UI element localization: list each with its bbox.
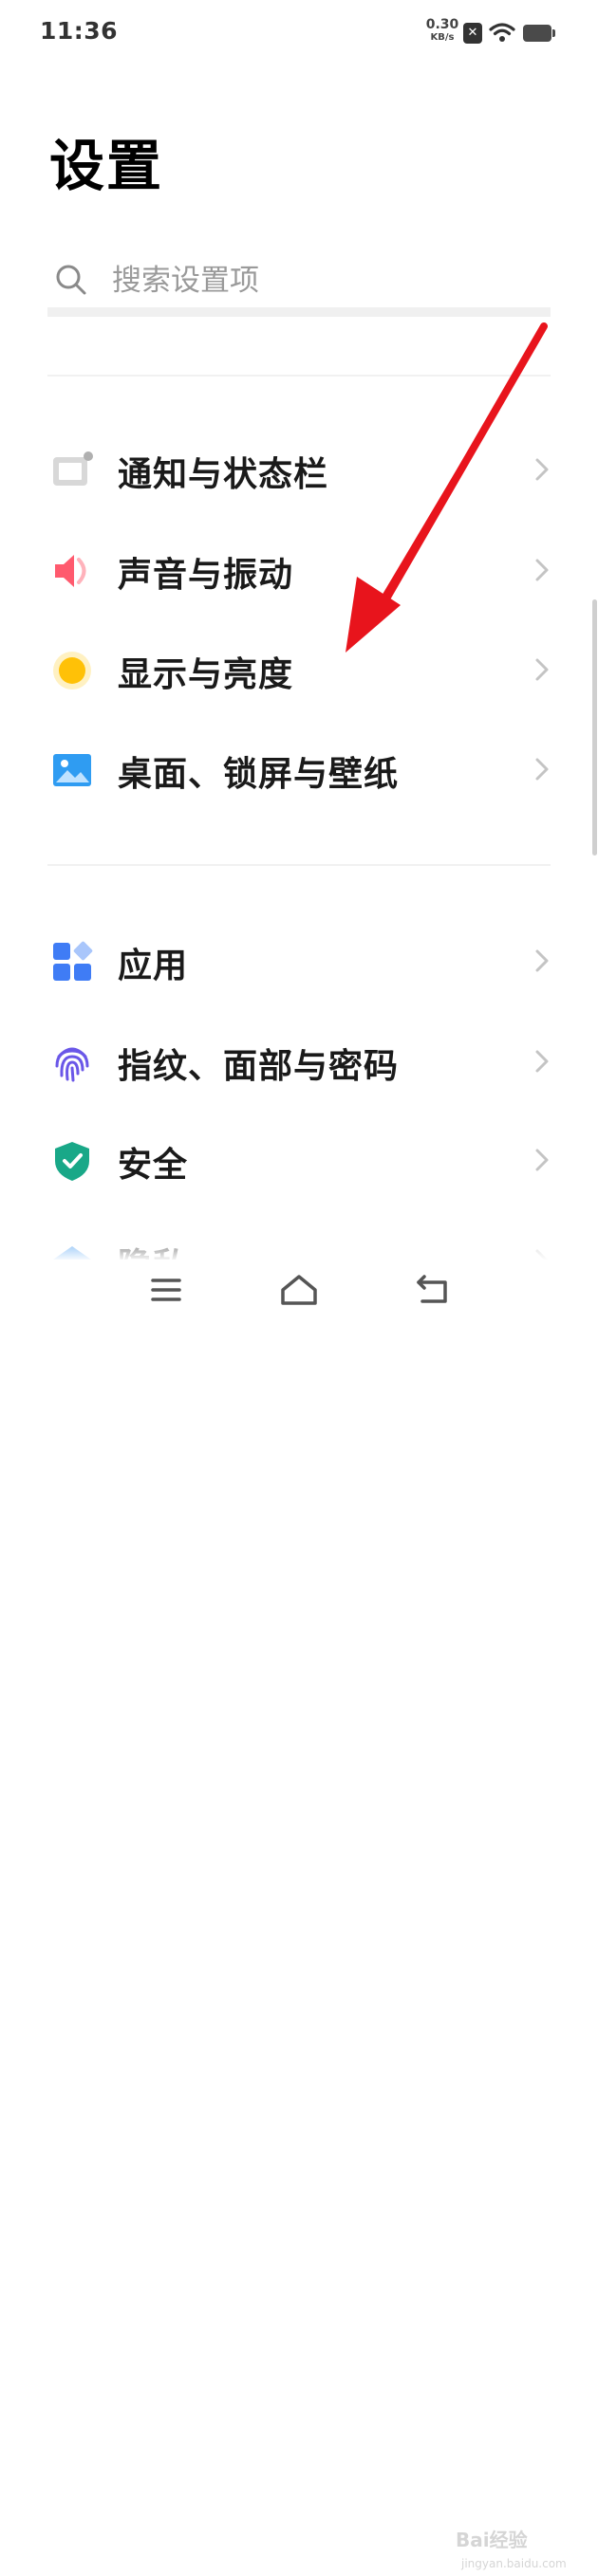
- status-bar: 11:36 0.30 KB/s ✕: [0, 0, 598, 66]
- watermark-text: Bai经验: [456, 2529, 528, 2551]
- navigation-bar: Bai经验 jingyan.baidu.com: [0, 1260, 598, 2570]
- chevron-right-icon: [535, 1050, 549, 1073]
- settings-item-label: 指纹、面部与密码: [118, 1047, 400, 1086]
- fingerprint-icon: [55, 1047, 89, 1082]
- settings-item-label: 显示与亮度: [118, 655, 294, 694]
- home-icon[interactable]: [278, 1271, 320, 1309]
- settings-item-label: 桌面、锁屏与壁纸: [118, 755, 400, 794]
- chevron-right-icon: [535, 949, 549, 972]
- battery-icon: [523, 25, 555, 42]
- watermark-url: jingyan.baidu.com: [461, 2557, 567, 2570]
- no-sim-icon: ✕: [463, 23, 482, 44]
- brightness-icon: [53, 652, 91, 690]
- list-fade: [0, 1224, 598, 1261]
- menu-icon[interactable]: [145, 1271, 187, 1309]
- speaker-icon: [55, 555, 86, 587]
- settings-item-label: 声音与振动: [118, 556, 294, 595]
- status-time: 11:36: [40, 17, 119, 45]
- annotation-arrow: [346, 322, 548, 653]
- wifi-icon: [489, 23, 515, 42]
- section-divider: [47, 864, 551, 866]
- search-icon: [56, 265, 86, 295]
- search-input[interactable]: [112, 260, 530, 302]
- scrollbar[interactable]: [592, 599, 597, 856]
- shield-icon: [55, 1142, 89, 1181]
- network-speed-unit: KB/s: [430, 32, 455, 43]
- settings-item-biometrics[interactable]: 指纹、面部与密码: [0, 1015, 598, 1110]
- chevron-right-icon: [535, 758, 549, 781]
- settings-item-label: 应用: [118, 947, 189, 985]
- back-icon[interactable]: [411, 1271, 453, 1309]
- network-speed: 0.30 KB/s: [423, 17, 461, 44]
- wallpaper-icon: [53, 754, 91, 786]
- apps-icon: [53, 941, 93, 981]
- page-title: 设置: [49, 134, 164, 198]
- network-speed-value: 0.30: [425, 17, 459, 32]
- settings-item-security[interactable]: 安全: [0, 1113, 598, 1208]
- notification-icon: [53, 451, 93, 486]
- search-underline: [47, 307, 551, 317]
- settings-item-apps[interactable]: 应用: [0, 914, 598, 1009]
- chevron-right-icon: [535, 1149, 549, 1171]
- settings-item-label: 安全: [118, 1146, 189, 1185]
- settings-item-wallpaper[interactable]: 桌面、锁屏与壁纸: [0, 723, 598, 818]
- search-bar[interactable]: [47, 248, 551, 317]
- settings-item-label: 通知与状态栏: [118, 455, 329, 494]
- watermark: Bai经验 jingyan.baidu.com: [456, 2519, 570, 2576]
